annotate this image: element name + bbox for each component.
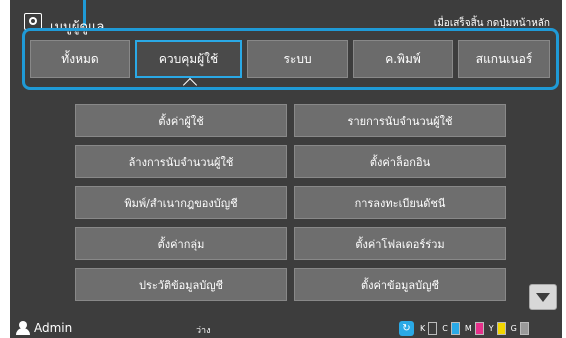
ink-bar-m <box>474 322 484 335</box>
ink-letter-g: G <box>510 324 517 333</box>
ink-fill <box>520 323 528 334</box>
tab-label: ค.พิมพ์ <box>385 51 421 66</box>
tab-label: ควบคุมผู้ใช้ <box>158 51 219 66</box>
tab-all[interactable]: ทั้งหมด <box>30 40 130 78</box>
ink-levels[interactable]: ↻ K C M Y G <box>399 321 534 336</box>
admin-menu-screen: เมนูผู้ดูแล เมื่อเสร็จสิ้น กดปุ่มหน้าหลั… <box>10 0 562 338</box>
tab-label: สแกนเนอร์ <box>475 51 533 66</box>
ink-bar-g <box>519 322 529 335</box>
print-copy-rules-button[interactable]: พิมพ์/สำเนากฎของบัญชี <box>75 186 287 219</box>
login-settings-button[interactable]: ตั้งค่าล็อกอิน <box>294 145 506 178</box>
index-registration-button[interactable]: การลงทะเบียนดัชนี <box>294 186 506 219</box>
triangle-down-icon <box>536 292 550 302</box>
tab-printer[interactable]: ค.พิมพ์ <box>353 40 453 78</box>
menu-button-grid: ตั้งค่าผู้ใช้ รายการนับจำนวนผู้ใช้ ล้างก… <box>75 104 507 302</box>
status-bar: Admin ว่าง ↻ K C M Y G <box>10 318 562 338</box>
tab-scanner[interactable]: สแกนเนอร์ <box>458 40 550 78</box>
group-settings-button[interactable]: ตั้งค่ากลุ่ม <box>75 227 287 260</box>
ink-fill <box>451 323 459 334</box>
ink-bar-k <box>428 322 438 335</box>
tab-user-control[interactable]: ควบคุมผู้ใช้ <box>135 40 242 78</box>
ink-letter-k: K <box>420 324 426 333</box>
tab-label: ระบบ <box>283 51 312 66</box>
tab-label: ทั้งหมด <box>61 51 99 66</box>
ink-letter-y: Y <box>488 324 494 333</box>
user-count-list-button[interactable]: รายการนับจำนวนผู้ใช้ <box>294 104 506 137</box>
ink-refresh-icon: ↻ <box>399 321 414 336</box>
scroll-down-button[interactable] <box>529 284 557 310</box>
account-data-settings-button[interactable]: ตั้งค่าข้อมูลบัญชี <box>294 268 506 301</box>
account-history-button[interactable]: ประวัติข้อมูลบัญชี <box>75 268 287 301</box>
ink-bar-c <box>450 322 460 335</box>
ink-letter-c: C <box>442 324 448 333</box>
ink-letter-m: M <box>464 324 472 333</box>
ink-fill <box>497 323 505 334</box>
user-icon <box>16 321 30 335</box>
clear-user-count-button[interactable]: ล้างการนับจำนวนผู้ใช้ <box>75 145 287 178</box>
logged-in-user: Admin <box>34 321 73 335</box>
category-tabs: ทั้งหมด ควบคุมผู้ใช้ ระบบ ค.พิมพ์ สแกนเน… <box>30 40 550 78</box>
machine-status: ว่าง <box>196 326 211 336</box>
ink-bar-y <box>496 322 506 335</box>
tab-system[interactable]: ระบบ <box>247 40 348 78</box>
shared-folder-settings-button[interactable]: ตั้งค่าโฟลเดอร์ร่วม <box>294 227 506 260</box>
ink-fill <box>475 323 483 334</box>
user-settings-button[interactable]: ตั้งค่าผู้ใช้ <box>75 104 287 137</box>
